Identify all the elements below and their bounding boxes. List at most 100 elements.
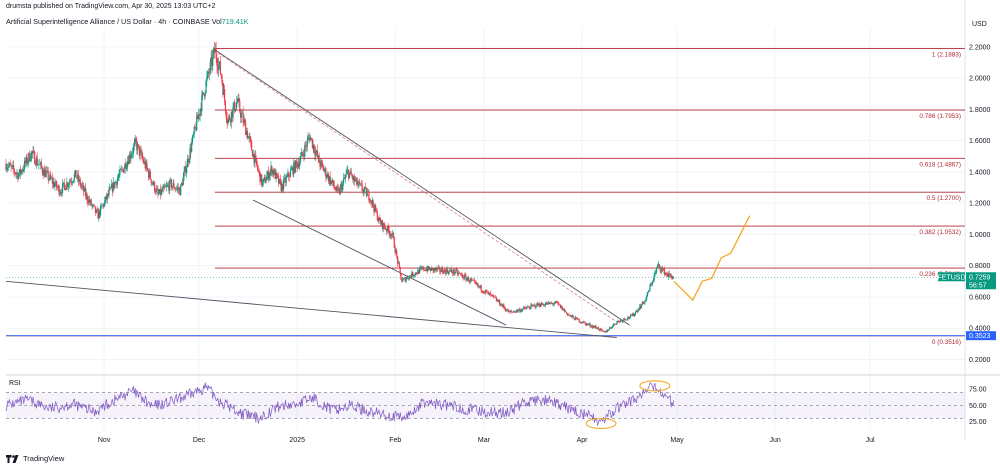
candle-body	[33, 151, 35, 153]
candle-body	[354, 180, 357, 182]
candle-body	[556, 301, 558, 303]
candle-body	[656, 268, 658, 272]
candle-body	[235, 102, 238, 109]
candle-body	[229, 116, 231, 120]
candle-body	[132, 146, 135, 153]
candle-body	[206, 77, 208, 82]
candle-body	[262, 178, 265, 183]
candle-body	[59, 193, 61, 195]
candle-body	[142, 157, 144, 160]
candle-body	[503, 304, 505, 308]
candle-body	[528, 307, 530, 309]
brand-label: TradingView	[23, 454, 65, 463]
candle-body	[232, 107, 234, 118]
rsi-tick-label: 50.00	[969, 403, 987, 410]
candle-body	[635, 311, 637, 315]
candle-body	[629, 317, 631, 319]
tradingview-logo-icon	[6, 454, 19, 463]
y-tick-label: 1.6000	[969, 138, 991, 145]
candle-body	[18, 174, 20, 180]
candle-body	[279, 179, 281, 182]
y-tick-label: 0.8000	[969, 263, 991, 270]
candle-body	[269, 171, 271, 176]
candle-body	[239, 101, 241, 112]
candle-body	[346, 171, 348, 174]
candle-body	[357, 184, 359, 186]
candle-body	[345, 173, 347, 177]
candle-body	[13, 169, 16, 173]
candle-body	[474, 281, 476, 283]
candle-body	[461, 274, 463, 275]
candle-body	[175, 188, 178, 190]
candle-body	[7, 167, 9, 169]
candle-body	[656, 265, 659, 269]
candle-body	[277, 175, 279, 177]
candle-body	[220, 73, 222, 77]
candle-body	[415, 272, 417, 274]
candle-body	[359, 181, 361, 184]
candle-body	[645, 296, 648, 300]
candle-body	[23, 169, 25, 170]
candle-body	[90, 199, 92, 206]
candle-body	[339, 186, 341, 194]
x-tick-label: Jul	[866, 437, 875, 444]
candle-body	[150, 179, 152, 184]
candle-body	[553, 304, 555, 305]
candle-body	[249, 136, 251, 139]
candle-body	[608, 329, 610, 331]
candle-body	[36, 157, 38, 165]
candle-body	[563, 308, 565, 311]
candle-body	[402, 279, 404, 282]
candle-body	[149, 171, 151, 180]
candle-body	[236, 101, 238, 103]
candle-body	[337, 186, 339, 189]
candle-body	[473, 280, 476, 282]
candle-body	[655, 271, 657, 273]
candle-body	[304, 145, 306, 157]
candle-body	[565, 312, 568, 313]
candle-body	[50, 174, 52, 179]
x-tick-label: 2025	[289, 437, 305, 444]
candle-body	[276, 172, 278, 176]
candle-body	[227, 120, 229, 123]
candle-body	[310, 137, 313, 139]
candle-body	[397, 256, 399, 264]
candle-body	[216, 58, 218, 66]
candle-body	[290, 169, 292, 171]
candle-body	[117, 177, 119, 179]
candle-body	[568, 314, 570, 316]
candle-body	[464, 274, 466, 276]
price-chart[interactable]: USD 2.2000 2.0000 1.8000 1.6000 1.4000 1.2000 1…	[0, 0, 1000, 467]
candle-body	[642, 301, 644, 303]
y-tick-label: 1.4000	[969, 169, 991, 176]
candle-body	[356, 178, 358, 186]
x-tick-label: Jun	[769, 437, 780, 444]
candle-body	[485, 290, 487, 292]
candle-body	[666, 273, 668, 276]
candle-body	[440, 271, 442, 273]
candle-body	[75, 170, 77, 178]
candle-body	[644, 300, 646, 304]
candle-body	[572, 315, 574, 318]
candle-body	[45, 171, 47, 178]
candle-body	[256, 158, 258, 165]
candle-body	[589, 323, 591, 327]
candle-body	[558, 303, 560, 305]
candle-body	[48, 178, 50, 180]
candle-body	[224, 100, 227, 112]
candle-body	[564, 310, 567, 313]
candle-body	[104, 200, 106, 206]
rsi-label: RSI	[9, 380, 21, 387]
candle-body	[466, 278, 468, 281]
candle-body	[575, 317, 578, 318]
candle-body	[510, 311, 513, 312]
highlight-circle	[639, 380, 671, 392]
candle-body	[140, 150, 142, 152]
candle-body	[193, 126, 195, 135]
y-tick-label: 1.8000	[969, 107, 991, 114]
candle-body	[333, 185, 335, 188]
candle-body	[67, 184, 70, 187]
candle-body	[584, 322, 586, 324]
candle-body	[628, 316, 630, 318]
candle-body	[625, 319, 627, 321]
